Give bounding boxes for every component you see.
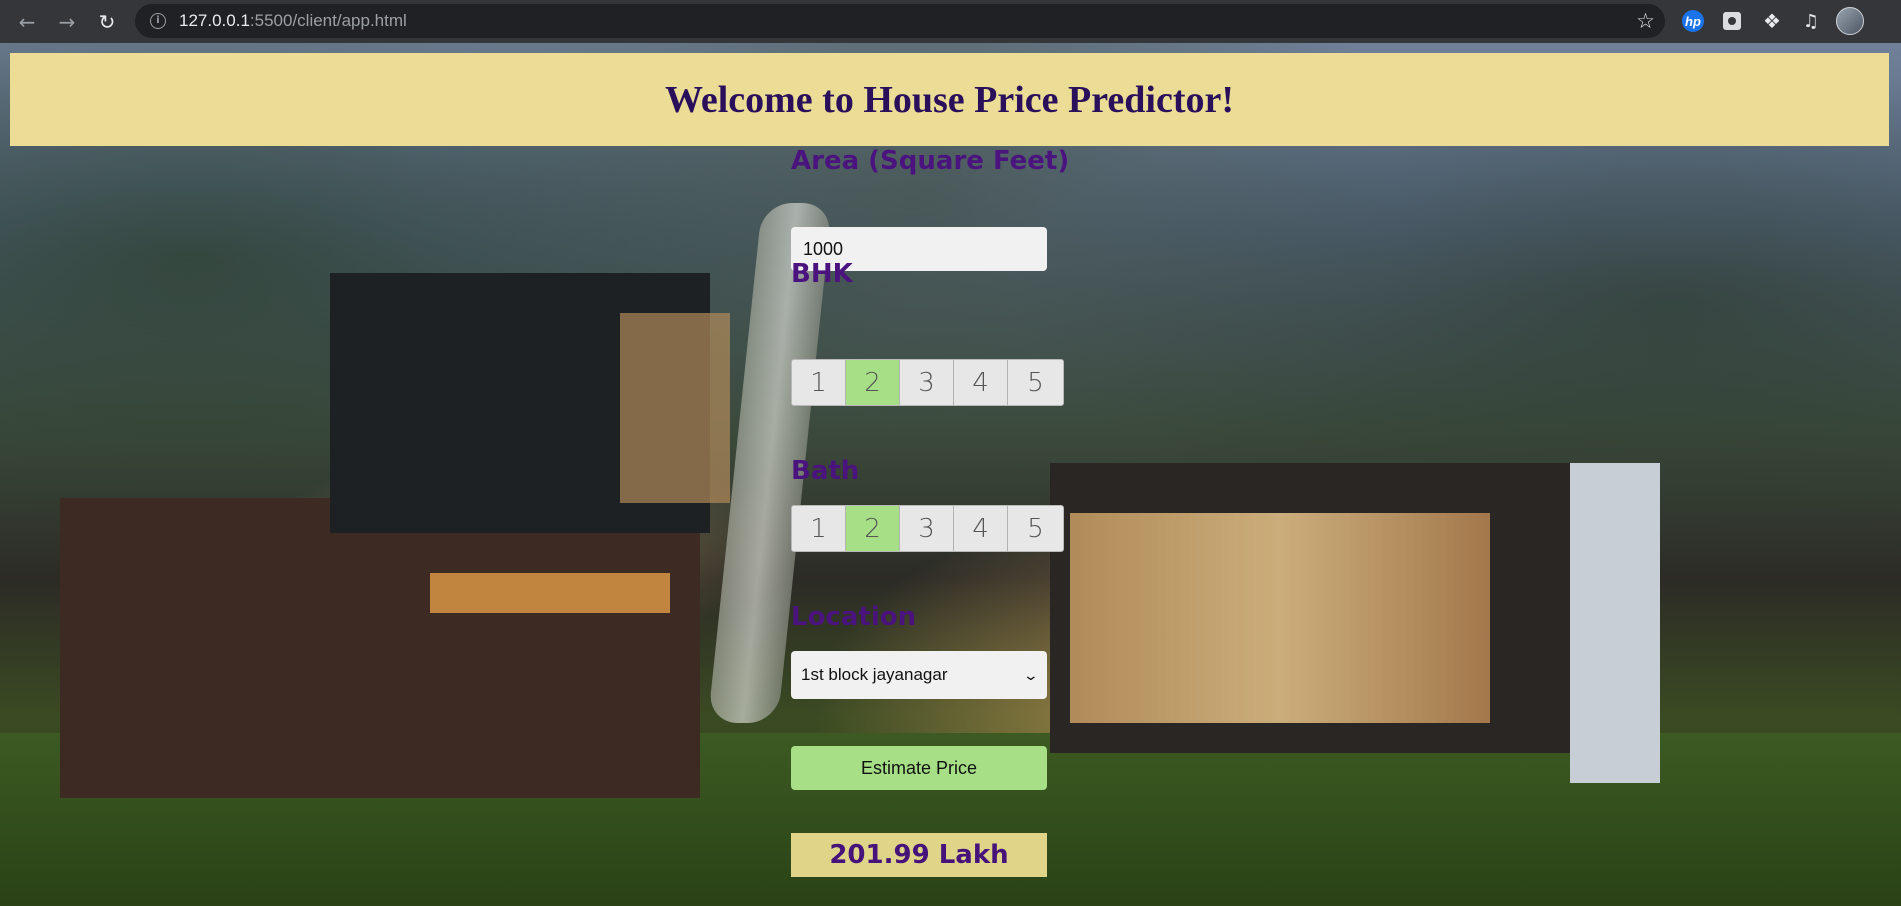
area-label: Area (Square Feet): [791, 146, 1070, 176]
bath-option[interactable]: 3: [900, 506, 954, 551]
info-icon[interactable]: i: [150, 13, 166, 29]
reload-icon[interactable]: ↻: [93, 8, 121, 36]
back-icon[interactable]: ←: [13, 8, 41, 36]
bhk-option-selected[interactable]: 2: [846, 360, 900, 405]
background-wall: [1570, 463, 1660, 783]
bhk-label: BHK: [791, 259, 853, 289]
bhk-selector: 1 2 3 4 5: [791, 359, 1064, 406]
background-window: [620, 313, 730, 503]
puzzle-icon[interactable]: ❖: [1758, 7, 1786, 35]
url-text[interactable]: 127.0.0.1:5500/client/app.html: [179, 11, 407, 31]
page-title: Welcome to House Price Predictor!: [664, 78, 1235, 121]
forward-icon[interactable]: →: [53, 8, 81, 36]
background-house-left: [60, 498, 700, 798]
bath-option[interactable]: 4: [954, 506, 1008, 551]
bath-selector: 1 2 3 4 5: [791, 505, 1064, 552]
bath-option-selected[interactable]: 2: [846, 506, 900, 551]
location-selected-value: 1st block jayanagar: [801, 665, 948, 684]
chevron-down-icon: ⌄: [1022, 666, 1040, 683]
background-window: [430, 573, 670, 613]
extension-icon[interactable]: [1718, 7, 1746, 35]
browser-toolbar: ← → ↻ i 127.0.0.1:5500/client/app.html ☆…: [0, 0, 1901, 43]
bhk-option[interactable]: 5: [1008, 360, 1063, 405]
bhk-option[interactable]: 1: [792, 360, 846, 405]
background-glass-wall: [1070, 513, 1490, 723]
location-select[interactable]: 1st block jayanagar ⌄: [791, 651, 1047, 699]
bhk-option[interactable]: 3: [900, 360, 954, 405]
bath-label: Bath: [791, 456, 860, 486]
media-icon[interactable]: ♫: [1797, 7, 1825, 35]
location-label: Location: [791, 602, 917, 632]
page-background: Welcome to House Price Predictor! Area (…: [0, 43, 1901, 906]
bath-option[interactable]: 1: [792, 506, 846, 551]
estimated-price-result: 201.99 Lakh: [791, 833, 1047, 877]
address-bar[interactable]: i 127.0.0.1:5500/client/app.html ☆: [135, 4, 1665, 38]
header-banner: Welcome to House Price Predictor!: [10, 53, 1889, 146]
profile-avatar[interactable]: [1836, 7, 1864, 35]
bhk-option[interactable]: 4: [954, 360, 1008, 405]
star-icon[interactable]: ☆: [1636, 9, 1655, 33]
hp-extension-icon[interactable]: hp: [1679, 7, 1707, 35]
estimate-price-button[interactable]: Estimate Price: [791, 746, 1047, 790]
bath-option[interactable]: 5: [1008, 506, 1063, 551]
